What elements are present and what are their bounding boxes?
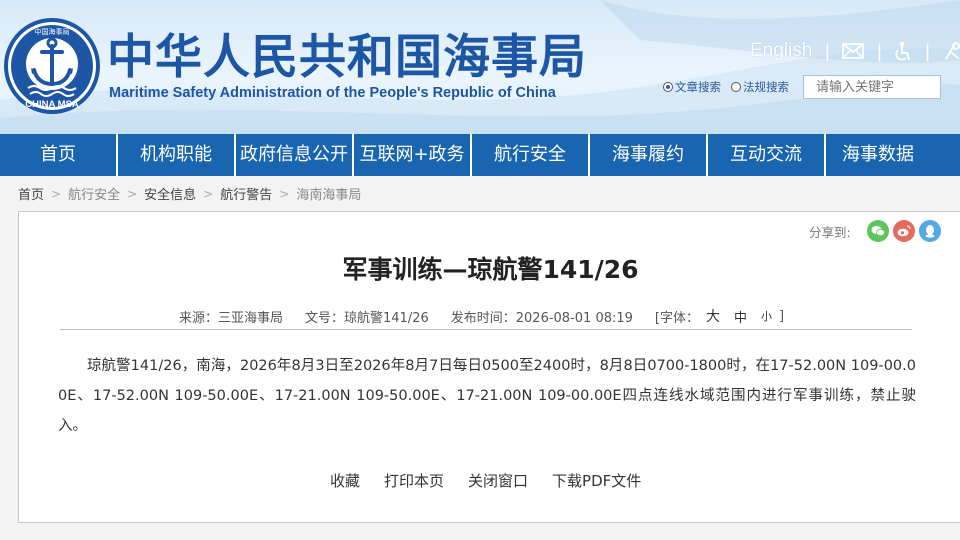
separator: | xyxy=(876,40,883,62)
article-container: 分享到: 军事训练—琼航警141/26 来源：三亚海事局 文号：琼航警141/2… xyxy=(18,211,960,523)
search-area: 文章搜索 法规搜索 xyxy=(663,75,941,99)
english-link[interactable]: English xyxy=(750,40,812,62)
breadcrumb-arrow: > xyxy=(127,186,138,201)
breadcrumb-home[interactable]: 首页 xyxy=(18,184,44,203)
nav-item-data[interactable]: 海事数据 xyxy=(826,134,930,176)
divider xyxy=(60,329,912,330)
article-source: 来源：三亚海事局 xyxy=(179,310,284,326)
article-actions: 收藏 打印本页 关闭窗口 下载PDF文件 xyxy=(330,470,665,491)
print-button[interactable]: 打印本页 xyxy=(384,470,444,491)
weibo-icon[interactable] xyxy=(892,220,915,242)
radio-regulation-search[interactable]: 法规搜索 xyxy=(731,79,789,95)
radio-dot-selected[interactable] xyxy=(663,82,673,92)
nav-item-interaction[interactable]: 互动交流 xyxy=(708,134,826,176)
article-title: 军事训练—琼航警141/26 xyxy=(342,255,639,284)
site-title: 中华人民共和国海事局 xyxy=(107,30,587,85)
site-subtitle: Maritime Safety Administration of the Pe… xyxy=(109,85,556,101)
nav-item-compliance[interactable]: 海事履约 xyxy=(590,134,708,176)
article-meta: 来源：三亚海事局 文号：琼航警141/26 发布时间：2026-08-01 08… xyxy=(179,306,784,326)
breadcrumb-arrow: > xyxy=(203,186,214,201)
breadcrumb-arrow: > xyxy=(51,186,62,201)
favorite-button[interactable]: 收藏 xyxy=(330,470,360,491)
font-size-large-button[interactable]: 大 xyxy=(706,306,720,326)
breadcrumb-arrow: > xyxy=(279,186,290,201)
close-window-button[interactable]: 关闭窗口 xyxy=(468,470,528,491)
download-pdf-button[interactable]: 下载PDF文件 xyxy=(552,470,641,491)
share-bar: 分享到: xyxy=(809,220,945,242)
radio-article-label: 文章搜索 xyxy=(675,80,721,94)
qq-icon[interactable] xyxy=(918,220,941,242)
nav-item-home[interactable]: 首页 xyxy=(0,134,118,176)
nav-item-gov-info[interactable]: 政府信息公开 xyxy=(236,134,354,176)
article-publish-time: 发布时间：2026-08-01 08:19 xyxy=(450,310,633,326)
breadcrumb-warnings[interactable]: 航行警告 xyxy=(220,184,272,203)
font-size-close: ] xyxy=(779,308,785,324)
breadcrumb-safety-info[interactable]: 安全信息 xyxy=(144,184,196,203)
logo-ring-text: 中国海事局 xyxy=(35,27,70,36)
mail-icon[interactable] xyxy=(842,43,865,59)
breadcrumb-hainan-msa[interactable]: 海南海事局 xyxy=(296,184,361,203)
accessibility-icon[interactable] xyxy=(894,41,912,61)
search-input[interactable] xyxy=(803,75,941,99)
nav-item-internet-gov[interactable]: 互联网+政务 xyxy=(354,134,472,176)
site-header: CHINA MSA 中国海事局 中华人民共和国海事局 Maritime Safe… xyxy=(0,0,960,134)
separator: | xyxy=(824,40,831,62)
wechat-icon[interactable] xyxy=(866,220,889,242)
nav-item-functions[interactable]: 机构职能 xyxy=(118,134,236,176)
radio-regulation-label: 法规搜索 xyxy=(743,80,789,94)
article-doc-number: 文号：琼航警141/26 xyxy=(305,310,429,326)
nav-item-navigation-safety[interactable]: 航行安全 xyxy=(472,134,590,176)
radio-dot[interactable] xyxy=(731,82,741,92)
article-body: 琼航警141/26，南海，2026年8月3日至2026年8月7日每日0500至2… xyxy=(58,358,916,434)
top-links: English | | | xyxy=(750,38,960,64)
font-size-open: [字体： xyxy=(654,310,699,326)
share-label: 分享到: xyxy=(809,224,851,240)
main-nav: 首页 机构职能 政府信息公开 互联网+政务 航行安全 海事履约 互动交流 海事数… xyxy=(0,134,960,176)
breadcrumb: 首页 > 航行安全 > 安全信息 > 航行警告 > 海南海事局 xyxy=(18,184,361,204)
radio-article-search[interactable]: 文章搜索 xyxy=(663,79,721,95)
font-size-medium-button[interactable]: 中 xyxy=(734,307,747,326)
logo-text: CHINA MSA xyxy=(25,99,79,110)
tools-icon[interactable] xyxy=(943,41,960,61)
breadcrumb-navigation-safety[interactable]: 航行安全 xyxy=(68,184,120,203)
font-size-control: [字体： 大 中 小 ] xyxy=(655,306,784,326)
separator: | xyxy=(924,40,931,62)
font-size-small-button[interactable]: 小 xyxy=(761,308,772,324)
china-msa-logo[interactable]: CHINA MSA 中国海事局 xyxy=(2,16,102,116)
